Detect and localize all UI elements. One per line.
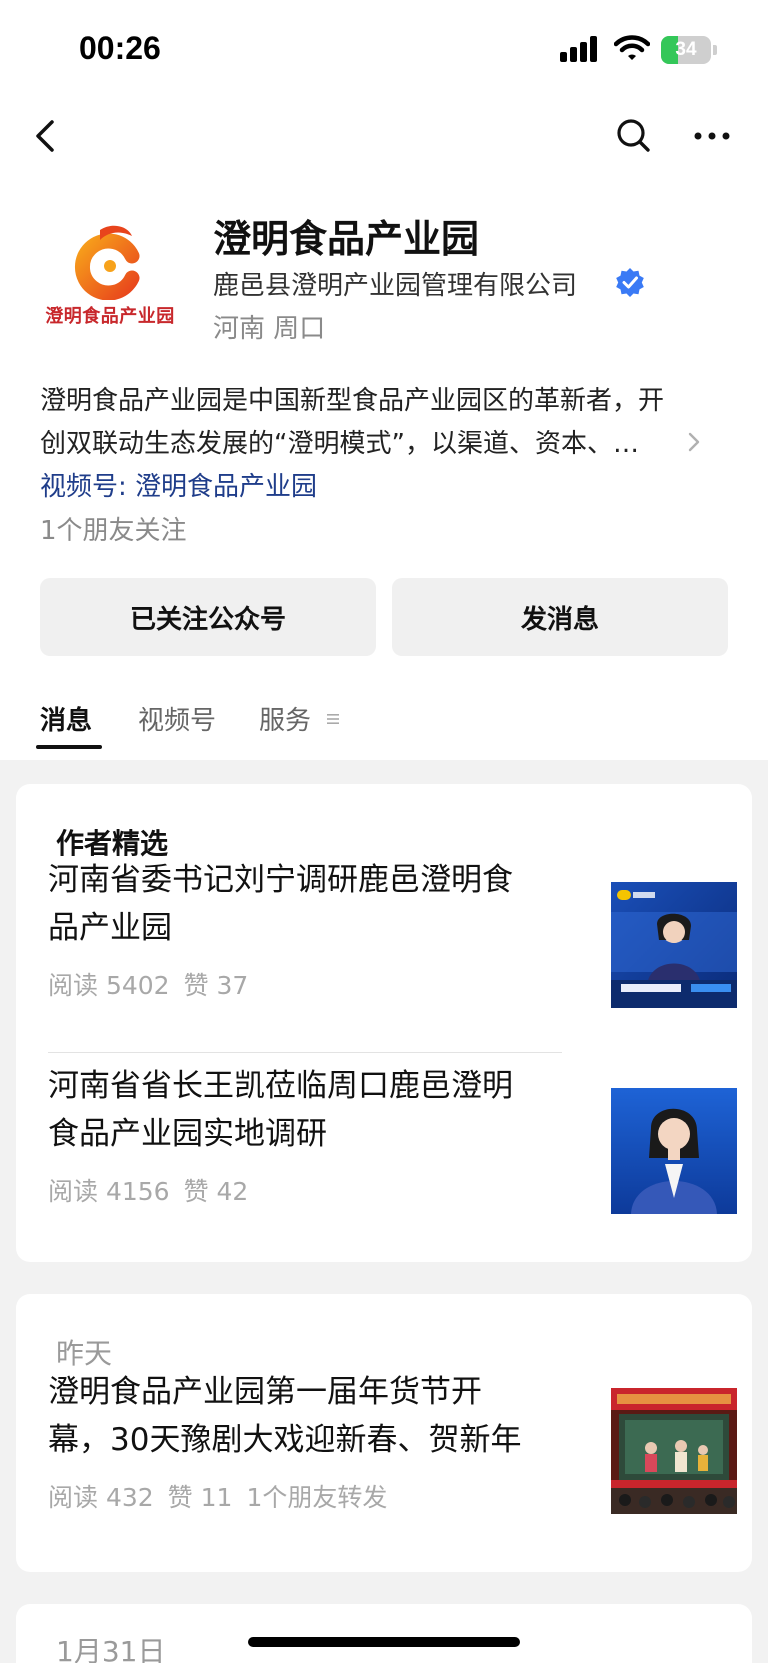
date-heading: 昨天 bbox=[56, 1337, 113, 1370]
tab-channels[interactable]: 视频号 bbox=[138, 700, 216, 737]
article-thumbnail bbox=[611, 882, 737, 1008]
date-group-card: 1月31日 bbox=[16, 1604, 752, 1663]
status-time: 00:26 bbox=[79, 30, 161, 66]
channel-link[interactable]: 视频号: 澄明食品产业园 bbox=[40, 466, 317, 503]
nav-bar bbox=[0, 100, 768, 172]
read-count: 阅读 5402 bbox=[48, 971, 170, 1000]
tab-services[interactable]: 服务 bbox=[259, 700, 311, 737]
news-anchor-thumbnail-icon bbox=[611, 882, 737, 1008]
status-bar: 00:26 34 bbox=[0, 0, 768, 100]
menu-lines-icon[interactable] bbox=[326, 712, 340, 726]
article-item[interactable]: 澄明食品产业园第一届年货节开 幕，30天豫剧大戏迎新春、贺新年 阅读 432 赞 … bbox=[48, 1368, 737, 1528]
featured-card: 作者精选 河南省委书记刘宁调研鹿邑澄明食 品产业园 阅读 5402 赞 37 河… bbox=[16, 784, 752, 1262]
battery-indicator: 34 bbox=[661, 36, 717, 64]
company-name[interactable]: 鹿邑县澄明产业园管理有限公司 bbox=[213, 265, 577, 302]
article-thumbnail bbox=[611, 1388, 737, 1514]
send-message-button[interactable]: 发消息 bbox=[392, 578, 728, 656]
like-count: 赞 42 bbox=[183, 1177, 249, 1206]
followed-button[interactable]: 已关注公众号 bbox=[40, 578, 376, 656]
divider bbox=[48, 1052, 562, 1053]
account-logo: 澄明食品产业园 bbox=[40, 220, 180, 330]
article-title-line: 品产业园 bbox=[48, 910, 172, 946]
share-count: 1个朋友转发 bbox=[246, 1483, 388, 1512]
chevron-right-icon[interactable] bbox=[686, 430, 702, 454]
date-group-card: 昨天 澄明食品产业园第一届年货节开 幕，30天豫剧大戏迎新春、贺新年 阅读 43… bbox=[16, 1294, 752, 1572]
verified-badge-icon bbox=[616, 268, 644, 297]
article-thumbnail bbox=[611, 1088, 737, 1214]
article-meta: 阅读 432 赞 11 1个朋友转发 bbox=[48, 1478, 401, 1514]
read-count: 阅读 4156 bbox=[48, 1177, 170, 1206]
description-line: 澄明食品产业园是中国新型食品产业园区的革新者，开 bbox=[40, 386, 665, 416]
article-item[interactable]: 河南省委书记刘宁调研鹿邑澄明食 品产业园 阅读 5402 赞 37 bbox=[48, 856, 737, 1008]
article-item[interactable]: 河南省省长王凯莅临周口鹿邑澄明 食品产业园实地调研 阅读 4156 赞 42 bbox=[48, 1062, 737, 1214]
account-description[interactable]: 澄明食品产业园是中国新型食品产业园区的革新者，开 创双联动生态发展的“澄明模式”… bbox=[40, 380, 720, 466]
opera-stage-thumbnail-icon bbox=[611, 1388, 737, 1514]
article-title: 河南省省长王凯莅临周口鹿邑澄明 食品产业园实地调研 bbox=[48, 1062, 518, 1158]
article-title-line: 幕，30天豫剧大戏迎新春、贺新年 bbox=[48, 1422, 522, 1458]
logo-mark-icon bbox=[74, 225, 140, 301]
chevron-left-icon[interactable] bbox=[28, 114, 68, 158]
article-title: 河南省委书记刘宁调研鹿邑澄明食 品产业园 bbox=[48, 856, 518, 952]
read-count: 阅读 432 bbox=[48, 1483, 154, 1512]
tab-messages[interactable]: 消息 bbox=[40, 700, 92, 737]
account-profile: 澄明食品产业园 澄明食品产业园 鹿邑县澄明产业园管理有限公司 河南 周口 bbox=[0, 190, 768, 350]
article-title-line: 河南省省长王凯莅临周口鹿邑澄明 bbox=[48, 1068, 513, 1104]
battery-level: 34 bbox=[675, 39, 697, 60]
logo-text: 澄明食品产业园 bbox=[45, 306, 175, 327]
article-title-line: 食品产业园实地调研 bbox=[48, 1116, 327, 1152]
article-meta: 阅读 5402 赞 37 bbox=[48, 966, 262, 1002]
like-count: 赞 11 bbox=[167, 1483, 233, 1512]
like-count: 赞 37 bbox=[183, 971, 249, 1000]
account-name: 澄明食品产业园 bbox=[213, 217, 480, 261]
article-meta: 阅读 4156 赞 42 bbox=[48, 1172, 262, 1208]
more-dots-icon[interactable] bbox=[692, 116, 732, 156]
friends-follow-count: 1个朋友关注 bbox=[40, 516, 187, 546]
location-text: 河南 周口 bbox=[213, 314, 326, 344]
active-tab-indicator bbox=[36, 745, 102, 749]
news-anchor-thumbnail-icon bbox=[611, 1088, 737, 1214]
search-icon[interactable] bbox=[614, 116, 654, 156]
date-heading: 1月31日 bbox=[56, 1635, 166, 1663]
home-indicator[interactable] bbox=[248, 1637, 520, 1647]
description-line: 创双联动生态发展的“澄明模式”，以渠道、资本、… bbox=[40, 429, 639, 459]
article-title: 澄明食品产业园第一届年货节开 幕，30天豫剧大戏迎新春、贺新年 bbox=[48, 1368, 522, 1464]
cellular-signal-icon bbox=[560, 36, 597, 62]
content-tabs: 消息 视频号 服务 bbox=[0, 690, 768, 750]
wifi-icon bbox=[614, 35, 650, 60]
message-feed: 作者精选 河南省委书记刘宁调研鹿邑澄明食 品产业园 阅读 5402 赞 37 河… bbox=[0, 760, 768, 1663]
article-title-line: 澄明食品产业园第一届年货节开 bbox=[48, 1374, 482, 1410]
article-title-line: 河南省委书记刘宁调研鹿邑澄明食 bbox=[48, 862, 513, 898]
